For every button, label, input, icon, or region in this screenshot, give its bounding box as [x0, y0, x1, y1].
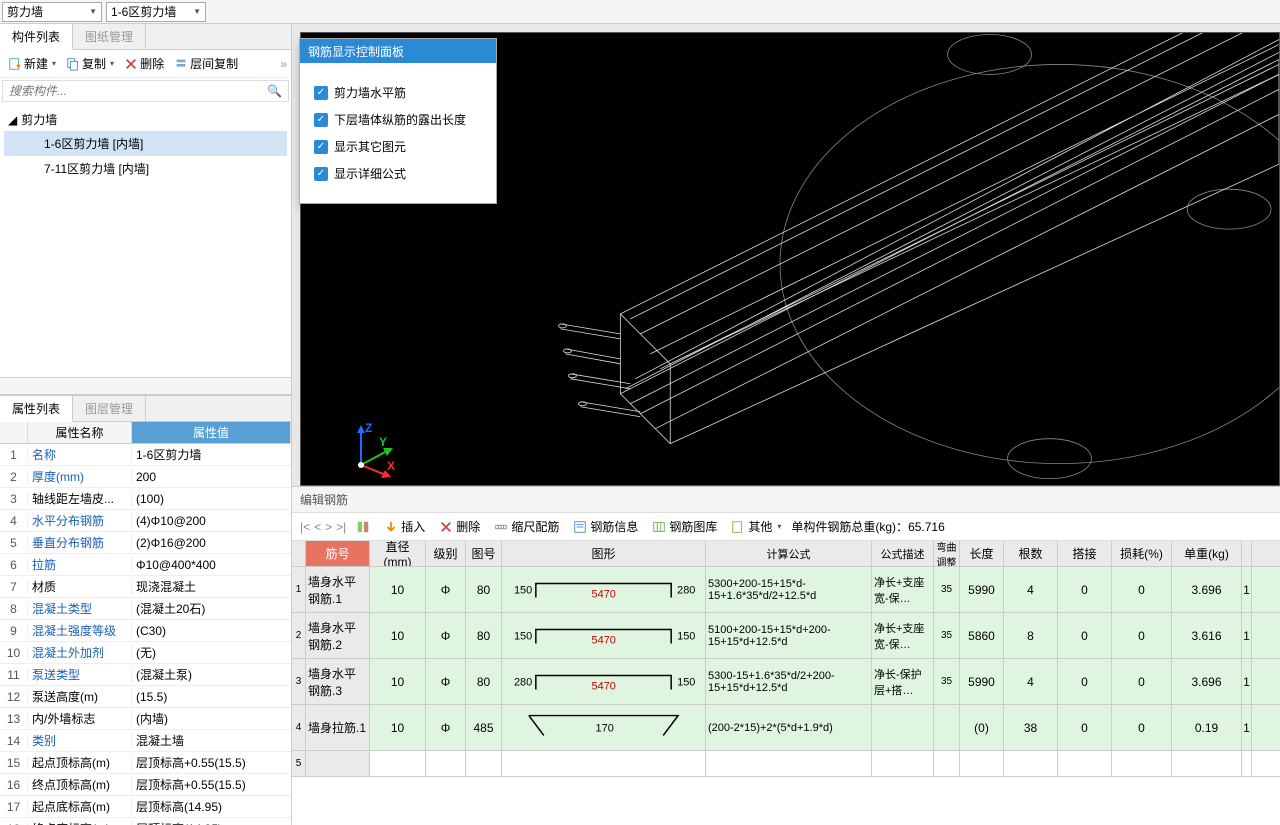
svg-text:150: 150 [677, 677, 695, 689]
property-row[interactable]: 5垂直分布钢筋(2)Φ16@200 [0, 532, 291, 554]
component-toolbar: 新建 复制 删除 层间复制 » [0, 50, 291, 78]
rebar-table-header: 筋号 直径(mm) 级别 图号 图形 计算公式 公式描述 弯曲调整 长度 根数 … [292, 541, 1280, 567]
scale-button[interactable]: 缩尺配筋 [490, 518, 563, 535]
ctrl-panel-title: 钢筋显示控制面板 [300, 39, 496, 63]
rebar-info-button[interactable]: 钢筋信息 [569, 518, 642, 535]
ctrl-item[interactable]: 显示其它图元 [334, 138, 406, 155]
rebar-table: 筋号 直径(mm) 级别 图号 图形 计算公式 公式描述 弯曲调整 长度 根数 … [292, 541, 1280, 825]
svg-text:Z: Z [365, 421, 372, 435]
property-row[interactable]: 1名称1-6区剪力墙 [0, 444, 291, 466]
toolbar-more[interactable]: » [280, 57, 287, 71]
svg-text:150: 150 [677, 631, 695, 643]
insert-button[interactable]: 插入 [380, 518, 429, 535]
search-icon[interactable]: 🔍 [261, 84, 288, 98]
property-row[interactable]: 6拉筋Φ10@400*400 [0, 554, 291, 576]
left-lower-tabs: 属性列表 图层管理 [0, 396, 291, 422]
search-box[interactable]: 🔍 [2, 80, 289, 102]
svg-text:280: 280 [677, 585, 695, 597]
property-row[interactable]: 9混凝土强度等级(C30) [0, 620, 291, 642]
property-panel: 属性列表 图层管理 属性名称 属性值 1名称1-6区剪力墙2厚度(mm)2003… [0, 395, 291, 825]
ctrl-item[interactable]: 显示详细公式 [334, 165, 406, 182]
rebar-editor-title: 编辑钢筋 [292, 487, 1280, 513]
svg-text:5470: 5470 [592, 635, 616, 647]
layer-copy-button[interactable]: 层间复制 [170, 53, 242, 74]
new-button[interactable]: 新建 [4, 53, 60, 74]
checkbox-icon[interactable]: ✓ [314, 86, 328, 100]
svg-text:150: 150 [514, 585, 532, 597]
rebar-toolbar: |< < > >| 插入 删除 缩尺配筋 钢筋信息 钢筋图库 其他 单构件钢筋总… [292, 513, 1280, 541]
select-component-instance[interactable]: 1-6区剪力墙▼ [106, 2, 206, 22]
svg-text:Y: Y [379, 435, 387, 449]
left-panel: 构件列表 图纸管理 新建 复制 删除 层间复制 » 🔍 ◢剪力墙 1-6区剪力墙… [0, 24, 292, 825]
axis-gizmo: Z Y X [341, 420, 401, 480]
tree-root[interactable]: ◢剪力墙 [4, 108, 287, 131]
rebar-row[interactable]: 2墙身水平钢筋.210Φ8015054701505100+200-15+15*d… [292, 613, 1280, 659]
tree-item[interactable]: 7-11区剪力墙 [内墙] [4, 156, 287, 181]
total-weight-label: 单构件钢筋总重(kg)：65.716 [791, 518, 944, 535]
property-row[interactable]: 10混凝土外加剂(无) [0, 642, 291, 664]
svg-text:280: 280 [514, 677, 532, 689]
property-row[interactable]: 13内/外墙标志(内墙) [0, 708, 291, 730]
svg-text:5470: 5470 [592, 589, 616, 601]
rebar-row[interactable]: 4墙身拉筋.110Φ485170(200-2*15)+2*(5*d+1.9*d)… [292, 705, 1280, 751]
checkbox-icon[interactable]: ✓ [314, 140, 328, 154]
property-row[interactable]: 16终点顶标高(m)层顶标高+0.55(15.5) [0, 774, 291, 796]
property-body: 1名称1-6区剪力墙2厚度(mm)2003轴线距左墙皮...(100)4水平分布… [0, 444, 291, 825]
rebar-display-control-panel[interactable]: 钢筋显示控制面板 ✓ 剪力墙水平筋 ✓ 下层墙体纵筋的露出长度 ✓ 显示其它图元 ✓ 显… [299, 38, 497, 204]
tab-layers[interactable]: 图层管理 [73, 396, 146, 421]
rebar-row[interactable]: 3墙身水平钢筋.310Φ8028054701505300-15+1.6*35*d… [292, 659, 1280, 705]
svg-text:X: X [387, 459, 395, 473]
property-row[interactable]: 17起点底标高(m)层顶标高(14.95) [0, 796, 291, 818]
svg-text:5470: 5470 [592, 681, 616, 693]
copy-button[interactable]: 复制 [62, 53, 118, 74]
component-tree: ◢剪力墙 1-6区剪力墙 [内墙] 7-11区剪力墙 [内墙] [0, 104, 291, 377]
top-bar: 剪力墙▼ 1-6区剪力墙▼ [0, 0, 1280, 24]
property-row[interactable]: 8混凝土类型(混凝土20石) [0, 598, 291, 620]
ctrl-item[interactable]: 剪力墙水平筋 [334, 84, 406, 101]
tree-item-selected[interactable]: 1-6区剪力墙 [内墙] [4, 131, 287, 156]
checkbox-icon[interactable]: ✓ [314, 167, 328, 181]
property-row[interactable]: 14类别混凝土墙 [0, 730, 291, 752]
search-input[interactable] [3, 84, 261, 98]
delete-rebar-button[interactable]: 删除 [435, 518, 484, 535]
svg-text:170: 170 [596, 723, 614, 735]
rebar-row-blank[interactable]: 5 [292, 751, 1280, 777]
property-row[interactable]: 18终点底标高(m)层顶标高(14.95) [0, 818, 291, 825]
delete-button[interactable]: 删除 [120, 53, 168, 74]
property-row[interactable]: 3轴线距左墙皮...(100) [0, 488, 291, 510]
nav-first[interactable]: |< [300, 520, 310, 534]
property-row[interactable]: 4水平分布钢筋(4)Φ10@200 [0, 510, 291, 532]
nav-next[interactable]: > [325, 520, 332, 534]
svg-text:150: 150 [514, 631, 532, 643]
other-button[interactable]: 其他 [727, 518, 785, 535]
tab-drawing-manage[interactable]: 图纸管理 [73, 24, 146, 49]
property-row[interactable]: 7材质现浇混凝土 [0, 576, 291, 598]
tab-component-list[interactable]: 构件列表 [0, 24, 73, 50]
ctrl-item[interactable]: 下层墙体纵筋的露出长度 [334, 111, 466, 128]
property-header: 属性名称 属性值 [0, 422, 291, 444]
property-row[interactable]: 2厚度(mm)200 [0, 466, 291, 488]
nav-prev[interactable]: < [314, 520, 321, 534]
property-row[interactable]: 12泵送高度(m)(15.5) [0, 686, 291, 708]
property-row[interactable]: 15起点顶标高(m)层顶标高+0.55(15.5) [0, 752, 291, 774]
nav-last[interactable]: >| [336, 520, 346, 534]
nav-buttons: |< < > >| [300, 520, 346, 534]
checkbox-icon[interactable]: ✓ [314, 113, 328, 127]
tab-properties[interactable]: 属性列表 [0, 396, 73, 422]
rebar-row[interactable]: 1墙身水平钢筋.110Φ8015054702805300+200-15+15*d… [292, 567, 1280, 613]
select-component-type[interactable]: 剪力墙▼ [2, 2, 102, 22]
rebar-library-button[interactable]: 钢筋图库 [648, 518, 721, 535]
rebar-editor: 编辑钢筋 |< < > >| 插入 删除 缩尺配筋 钢筋信息 钢筋图库 其他 单… [292, 486, 1280, 825]
swap-button[interactable] [352, 520, 374, 534]
left-upper-tabs: 构件列表 图纸管理 [0, 24, 291, 50]
property-row[interactable]: 11泵送类型(混凝土泵) [0, 664, 291, 686]
